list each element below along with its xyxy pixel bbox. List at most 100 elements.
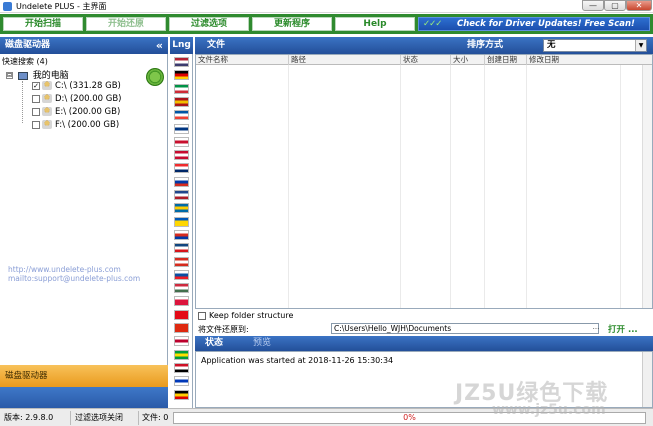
language-flag-icon[interactable] <box>174 256 189 267</box>
start-scan-button[interactable]: 开始扫描 <box>3 17 83 31</box>
hard-drive-icon <box>42 107 52 116</box>
column-divider <box>526 65 527 308</box>
disk-drives-title: 磁盘驱动器 <box>5 40 51 50</box>
statusbar-separator <box>138 411 139 425</box>
language-flag-icon[interactable] <box>174 136 189 147</box>
browse-button[interactable]: ... <box>592 324 600 333</box>
sort-value: 无 <box>547 40 556 50</box>
computer-icon <box>17 71 28 80</box>
language-flag-icon[interactable] <box>174 163 189 174</box>
column-divider <box>620 65 621 308</box>
toolbar: 开始扫描 开始还原 过滤选项 更新程序 Help ✓✓✓ Check for D… <box>0 14 653 34</box>
drive-label: F:\ (200.00 GB) <box>55 120 120 130</box>
progress-label: 0% <box>403 413 416 422</box>
language-flag-icon[interactable] <box>174 150 189 161</box>
language-flag-icon[interactable] <box>174 203 189 214</box>
close-button[interactable]: ✕ <box>626 0 652 11</box>
column-header-status[interactable]: 状态 <box>400 55 450 65</box>
language-flag-icon[interactable] <box>174 83 189 94</box>
column-header-created[interactable]: 创建日期 <box>484 55 526 65</box>
app-icon <box>3 2 12 11</box>
open-link[interactable]: 打开 ... <box>608 323 638 335</box>
statusbar-separator <box>70 411 71 425</box>
tab-status[interactable]: 状态 <box>205 336 223 351</box>
language-flag-icon[interactable] <box>174 376 189 387</box>
log-scrollbar[interactable] <box>642 352 652 407</box>
column-header-name[interactable]: 文件名称 <box>196 55 288 65</box>
drive-checkbox[interactable] <box>32 107 40 116</box>
language-flag-icon[interactable] <box>174 323 189 333</box>
website-link[interactable]: http://www.undelete-plus.com <box>8 265 121 274</box>
language-flag-icon[interactable] <box>174 336 189 347</box>
column-divider <box>484 65 485 308</box>
drive-item-e[interactable]: E:\ (200.00 GB) <box>32 107 120 119</box>
left-footer-bar <box>0 387 168 408</box>
file-list-header: 文件名称 路径 状态 大小 创建日期 修改日期 <box>196 55 652 65</box>
language-flag-icon[interactable] <box>174 309 189 320</box>
keep-folder-checkbox[interactable] <box>198 312 206 320</box>
hard-drive-icon <box>42 81 52 90</box>
drive-label: C:\ (331.28 GB) <box>55 81 121 91</box>
language-flag-icon[interactable] <box>174 269 189 280</box>
refresh-icon[interactable] <box>146 68 164 86</box>
language-flag-icon[interactable] <box>174 229 189 240</box>
support-email-link[interactable]: mailto:support@undelete-plus.com <box>8 274 140 283</box>
tab-preview[interactable]: 预览 <box>253 336 271 351</box>
files-title: 文件 <box>207 40 226 50</box>
tree-expander-icon[interactable]: ⊟ <box>6 72 13 79</box>
language-flag-icon[interactable] <box>174 216 189 227</box>
language-flag-icon[interactable] <box>174 243 189 254</box>
language-flag-icon[interactable] <box>174 283 189 294</box>
language-flag-icon[interactable] <box>174 57 189 67</box>
disk-drives-panel: 快速搜索 (4) ⊟ 我的电脑 ✓ C:\ (331.28 GB) D:\ (20… <box>0 54 168 365</box>
language-header: Lng <box>170 37 193 54</box>
drive-item-c[interactable]: ✓ C:\ (331.28 GB) <box>32 81 121 93</box>
column-header-path[interactable]: 路径 <box>288 55 400 65</box>
help-button[interactable]: Help <box>335 17 415 31</box>
tree-root-my-computer[interactable]: ⊟ 我的电脑 <box>6 68 69 81</box>
column-header-size[interactable]: 大小 <box>450 55 484 65</box>
drive-checkbox[interactable]: ✓ <box>32 81 40 90</box>
filter-options-button[interactable]: 过滤选项 <box>169 17 249 31</box>
files-count-label: 文件: 0 <box>142 413 169 422</box>
maximize-button[interactable]: ▢ <box>604 0 626 11</box>
version-label: 版本: 2.9.8.0 <box>4 413 54 422</box>
file-list-scrollbar[interactable] <box>642 65 652 308</box>
start-restore-button[interactable]: 开始还原 <box>86 17 166 31</box>
tree-connector <box>22 81 23 123</box>
restore-path-input[interactable]: C:\Users\Hello_WJH\Documents <box>331 323 599 334</box>
drive-checkbox[interactable] <box>32 120 40 129</box>
language-flag-icon[interactable] <box>174 190 189 200</box>
language-flag-icon[interactable] <box>174 96 189 107</box>
watermark-url: www.jz5u.com <box>492 402 606 418</box>
filter-status-label: 过滤选项关闭 <box>75 413 123 422</box>
drive-label: D:\ (200.00 GB) <box>55 94 122 104</box>
minimize-button[interactable]: — <box>582 0 604 11</box>
file-list[interactable]: 文件名称 路径 状态 大小 创建日期 修改日期 <box>195 54 653 309</box>
drive-item-d[interactable]: D:\ (200.00 GB) <box>32 94 121 106</box>
column-header-modified[interactable]: 修改日期 <box>526 55 642 65</box>
language-flag-icon[interactable] <box>174 176 189 187</box>
column-divider <box>450 65 451 308</box>
driver-updates-button[interactable]: ✓✓✓ Check for Driver Updates! Free Scan! <box>418 17 650 31</box>
update-button[interactable]: 更新程序 <box>252 17 332 31</box>
sort-select[interactable]: 无 ▼ <box>543 39 647 52</box>
sort-label: 排序方式 <box>467 40 504 50</box>
language-flag-icon[interactable] <box>174 389 189 400</box>
language-flag-icon[interactable] <box>174 296 189 307</box>
language-flag-icon[interactable] <box>174 110 189 121</box>
language-flag-icon[interactable] <box>174 123 189 134</box>
keep-folder-row: Keep folder structure <box>195 310 653 322</box>
drive-item-f[interactable]: F:\ (200.00 GB) <box>32 120 119 132</box>
language-flag-icon[interactable] <box>174 70 189 81</box>
keep-folder-label[interactable]: Keep folder structure <box>209 311 293 320</box>
chevron-down-icon[interactable]: ▼ <box>635 40 646 51</box>
disk-drives-tab[interactable]: 磁盘驱动器 <box>0 365 168 387</box>
language-flag-icon[interactable] <box>174 349 189 360</box>
collapse-icon[interactable]: « <box>156 37 163 54</box>
language-flag-icon[interactable] <box>174 362 189 373</box>
title-bar: Undelete PLUS - 主界面 — ▢ ✕ <box>0 0 653 13</box>
window-title: Undelete PLUS - 主界面 <box>16 2 107 11</box>
quick-search-label[interactable]: 快速搜索 (4) <box>2 56 48 67</box>
drive-checkbox[interactable] <box>32 94 40 103</box>
